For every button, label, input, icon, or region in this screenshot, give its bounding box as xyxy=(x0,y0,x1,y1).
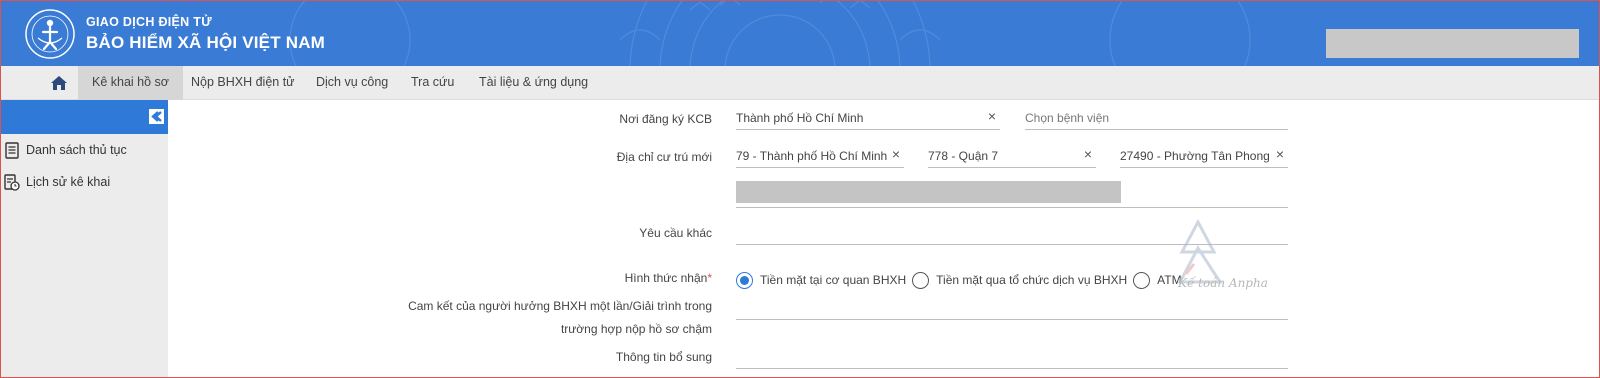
sidebar-item-label: Lịch sử kê khai xyxy=(26,175,111,189)
nav-item-nop-bhxh[interactable]: Nộp BHXH điện tử xyxy=(177,66,309,100)
collapse-sidebar-button[interactable] xyxy=(149,109,164,124)
site-header: GIAO DỊCH ĐIỆN TỬ BẢO HIỂM XÃ HỘI VIỆT N… xyxy=(0,0,1600,66)
clear-icon[interactable]: × xyxy=(988,109,996,123)
district-select[interactable]: 778 - Quận 7 × xyxy=(928,140,1096,168)
user-info-redacted[interactable] xyxy=(1326,29,1579,58)
hospital-placeholder: Chọn bệnh viện xyxy=(1025,111,1110,125)
province-select[interactable]: 79 - Thành phố Hồ Chí Minh × xyxy=(736,140,904,168)
radio-unchecked-icon xyxy=(1133,271,1151,289)
radio-checked-icon xyxy=(736,271,753,289)
watermark-text: Kế toán Anpha xyxy=(1178,276,1268,290)
nav-item-ke-khai[interactable]: Kê khai hồ sơ xyxy=(78,66,183,100)
hospital-select[interactable]: Chọn bệnh viện xyxy=(1025,102,1288,130)
commitment-input[interactable] xyxy=(736,292,1288,320)
additional-info-input[interactable] xyxy=(736,341,1288,369)
radio-unchecked-icon xyxy=(912,271,930,289)
sidebar: Danh sách thủ tục Lịch sử kê khai xyxy=(0,100,168,378)
ward-select[interactable]: 27490 - Phường Tân Phong × xyxy=(1120,140,1288,168)
org-subtitle: GIAO DỊCH ĐIỆN TỬ xyxy=(86,15,212,29)
nav-item-tra-cuu[interactable]: Tra cứu xyxy=(397,66,468,100)
district-value: 778 - Quận 7 xyxy=(928,149,999,163)
kcb-city-select[interactable]: Thành phố Hồ Chí Minh × xyxy=(736,102,1000,130)
commitment-label-line1: Cam kết của người hưởng BHXH một lần/Giả… xyxy=(408,299,712,313)
required-mark: * xyxy=(707,271,712,285)
collapse-left-icon xyxy=(151,111,162,122)
home-icon xyxy=(51,76,67,90)
address-label: Địa chỉ cư trú mới xyxy=(616,150,712,164)
radio-cash-via-service[interactable]: Tiền mặt qua tổ chức dịch vụ BHXH xyxy=(912,271,1128,289)
receive-method-radio-group: Tiền mặt tại cơ quan BHXH Tiền mặt qua t… xyxy=(736,270,1188,290)
radio-label: Tiền mặt tại cơ quan BHXH xyxy=(760,273,907,287)
street-address-redacted xyxy=(736,181,1121,203)
bhxh-logo-icon[interactable] xyxy=(24,8,76,60)
clear-icon[interactable]: × xyxy=(1276,147,1284,161)
clear-icon[interactable]: × xyxy=(1084,147,1092,161)
main-nav: Kê khai hồ sơ Nộp BHXH điện tử Dịch vụ c… xyxy=(0,66,1600,100)
nav-item-tai-lieu[interactable]: Tài liệu & ứng dụng xyxy=(465,66,602,100)
other-request-label: Yêu cầu khác xyxy=(639,226,712,240)
org-title: BẢO HIỂM XÃ HỘI VIỆT NAM xyxy=(86,33,326,52)
ward-value: 27490 - Phường Tân Phong xyxy=(1120,149,1270,163)
province-value: 79 - Thành phố Hồ Chí Minh xyxy=(736,149,888,163)
clear-icon[interactable]: × xyxy=(892,147,900,161)
sidebar-item-label: Danh sách thủ tục xyxy=(26,143,127,157)
receive-method-text: Hình thức nhận xyxy=(624,271,708,285)
commitment-label-line2: trường hợp nộp hồ sơ chậm xyxy=(560,322,712,336)
receive-method-label: Hình thức nhận* xyxy=(625,271,712,285)
history-icon xyxy=(4,173,20,191)
radio-label: Tiền mặt qua tổ chức dịch vụ BHXH xyxy=(936,273,1128,287)
kcb-label: Nơi đăng ký KCB xyxy=(619,112,712,126)
sidebar-item-lich-su-ke-khai[interactable]: Lịch sử kê khai xyxy=(4,171,110,193)
additional-info-label: Thông tin bổ sung xyxy=(615,350,712,364)
kcb-city-value: Thành phố Hồ Chí Minh xyxy=(736,111,864,125)
document-list-icon xyxy=(4,141,20,159)
nav-item-dich-vu-cong[interactable]: Dịch vụ công xyxy=(302,66,402,100)
sidebar-item-danh-sach-thu-tuc[interactable]: Danh sách thủ tục xyxy=(4,139,127,161)
nav-home[interactable] xyxy=(40,66,78,100)
sidebar-header xyxy=(0,100,168,134)
radio-cash-at-office[interactable]: Tiền mặt tại cơ quan BHXH xyxy=(736,271,907,289)
